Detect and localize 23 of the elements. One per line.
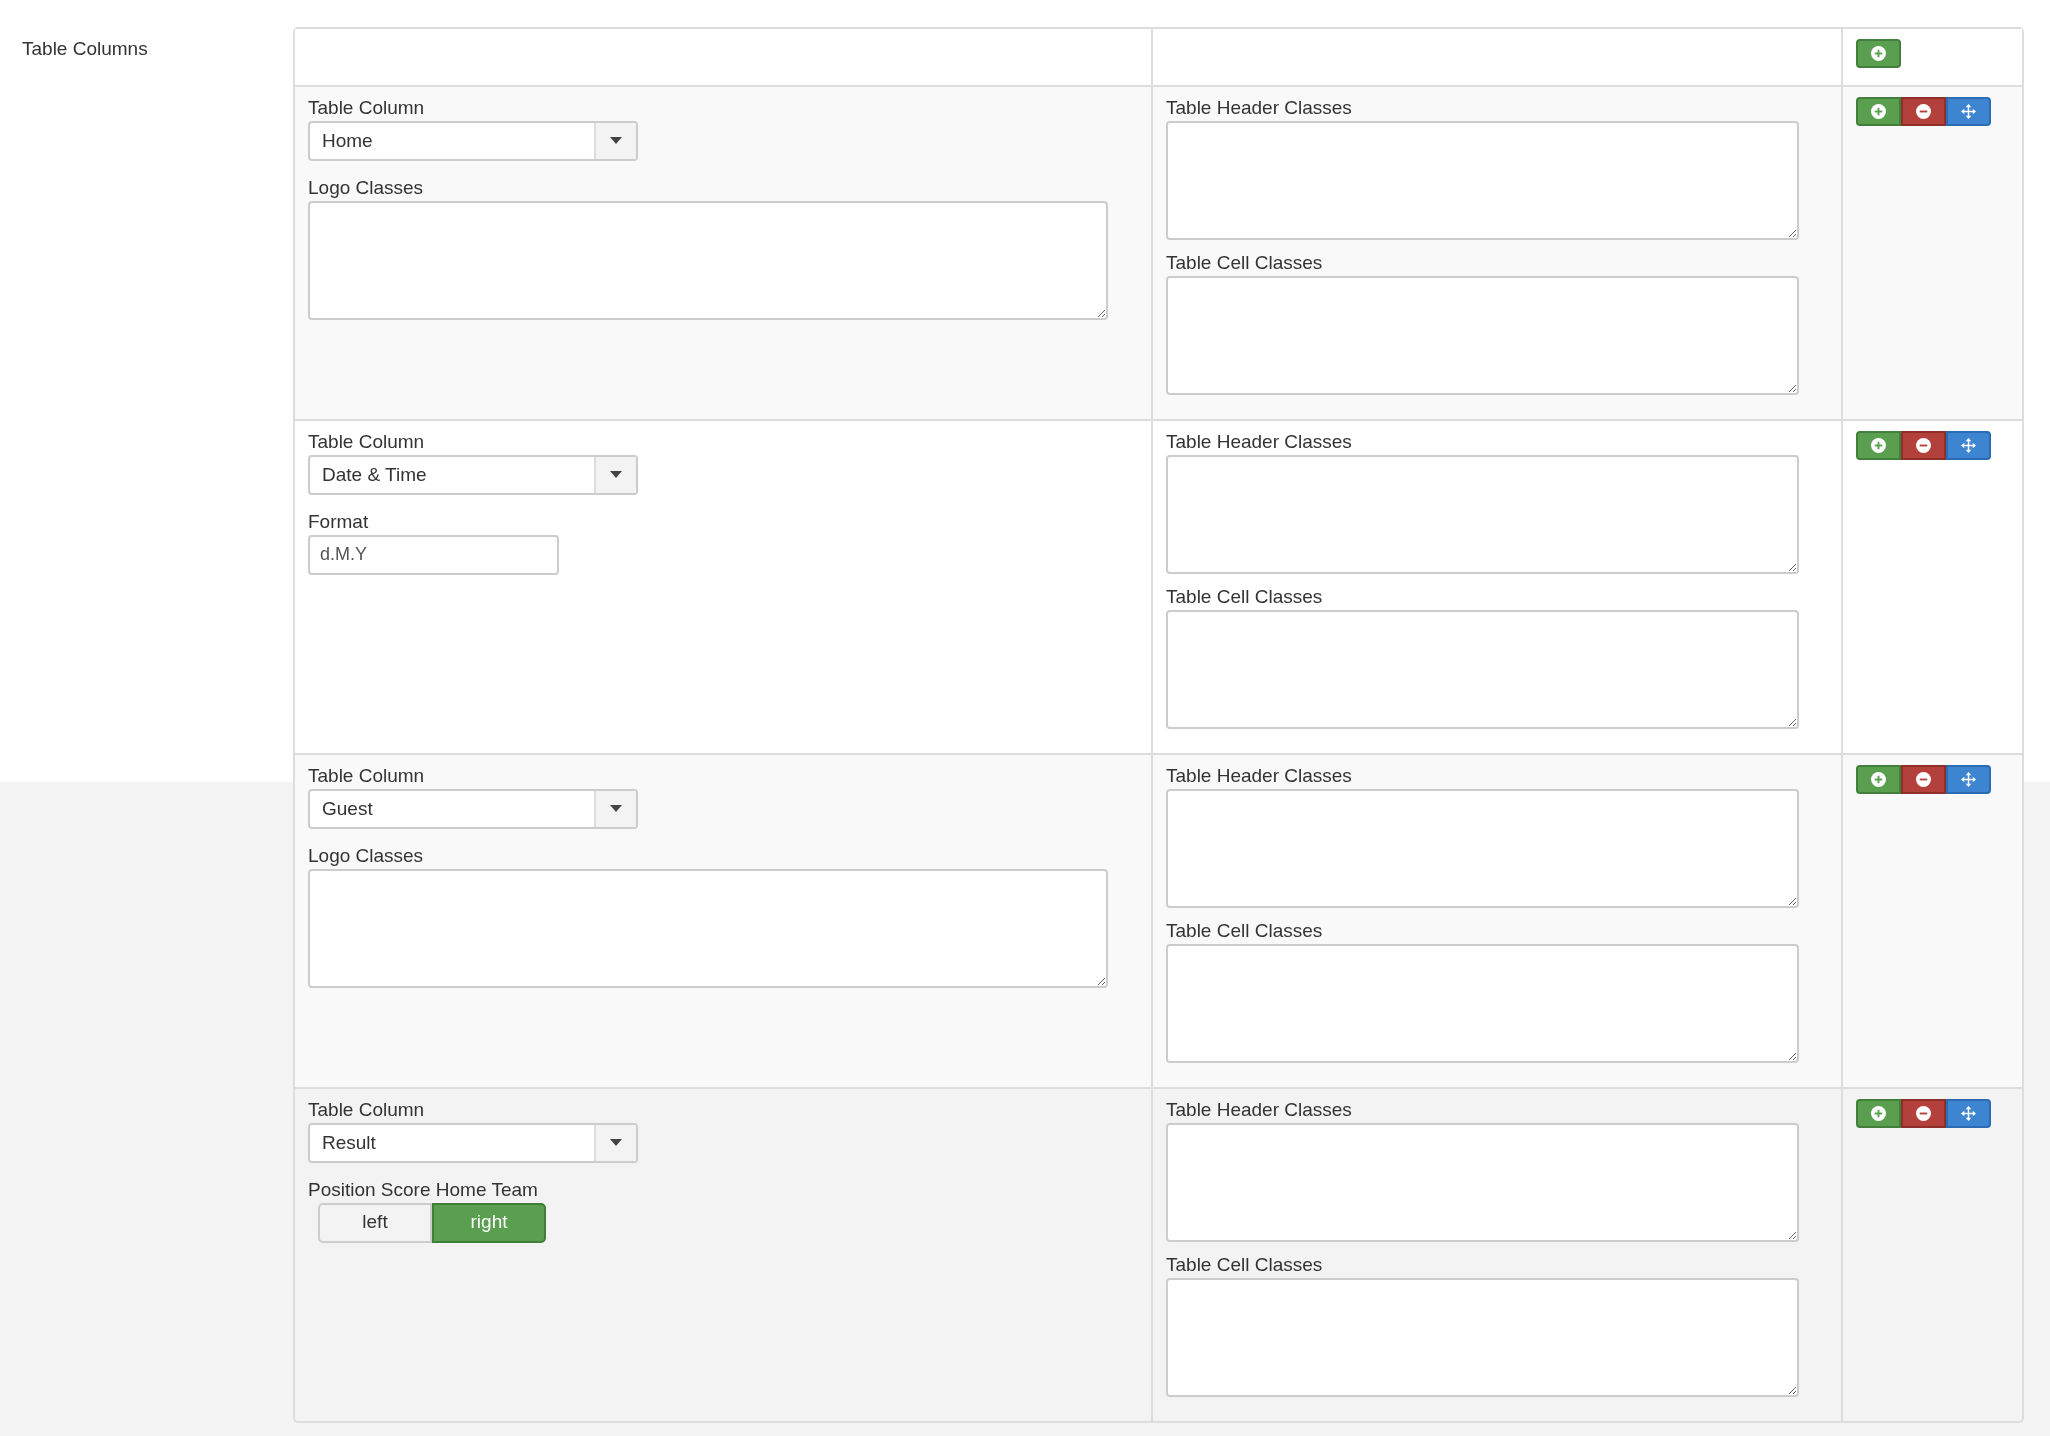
dropdown[interactable]: Result xyxy=(308,1122,638,1163)
field-label: Table Header Classes xyxy=(1166,1099,1353,1121)
field-label: Table Header Classes xyxy=(1166,97,1353,119)
field-label: Table Header Classes xyxy=(1166,431,1353,453)
field-label: Logo Classes xyxy=(308,176,425,199)
field-label: Logo Classes xyxy=(308,844,425,867)
dropdown[interactable]: Guest xyxy=(308,788,638,829)
field-label: Position Score Home Team xyxy=(308,1178,539,1201)
field-label: Table Cell Classes xyxy=(1166,1253,1324,1276)
field-label: Table Header Classes xyxy=(1166,765,1353,787)
field-label: Table Column xyxy=(308,1099,426,1121)
field-label: Table Cell Classes xyxy=(1166,919,1324,942)
field-label: Format xyxy=(308,510,370,533)
text-input[interactable]: d.M.Y xyxy=(308,534,559,575)
field-label: Table Column xyxy=(308,97,426,119)
field-label: Table Cell Classes xyxy=(1166,251,1324,274)
dropdown[interactable]: Date & Time xyxy=(308,454,638,495)
field-label: Table Cell Classes xyxy=(1166,585,1324,608)
field-label: Table Column xyxy=(308,765,426,787)
dropdown[interactable]: Home xyxy=(308,120,638,161)
toggle-option[interactable]: left xyxy=(318,1202,432,1243)
field-label: Table Column xyxy=(308,431,426,453)
field-label: Table Columns xyxy=(22,38,148,59)
